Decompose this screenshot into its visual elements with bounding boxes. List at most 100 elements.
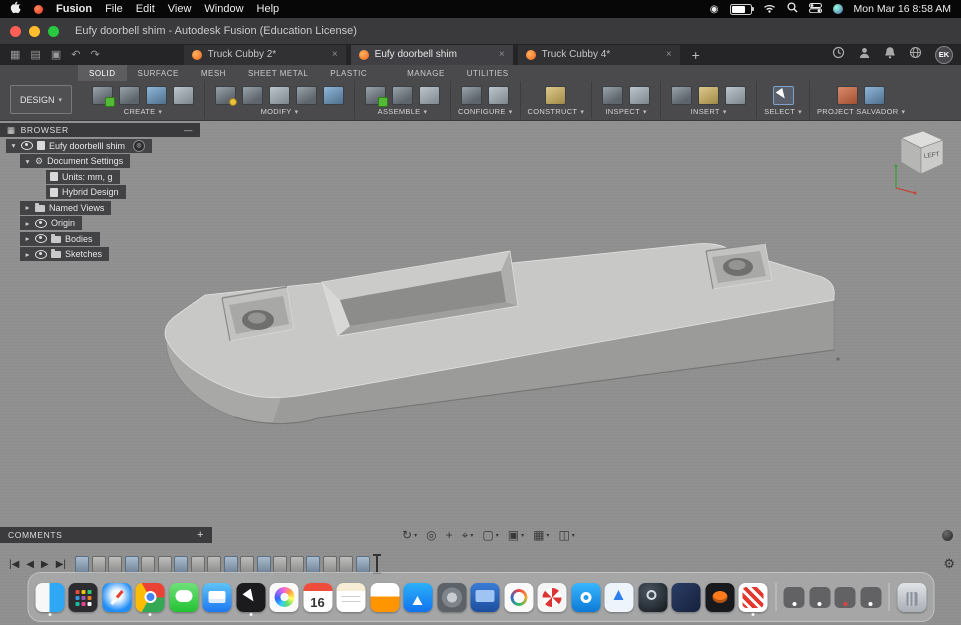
- show-data-panel-icon[interactable]: ▦: [10, 48, 20, 61]
- orbit-icon[interactable]: ↻▾: [402, 528, 417, 542]
- measure-icon[interactable]: [602, 86, 623, 105]
- dock-icon-mail[interactable]: [203, 583, 232, 612]
- timeline-feature-icon[interactable]: [125, 556, 139, 573]
- look-at-icon[interactable]: ◎: [426, 528, 436, 542]
- new-tab-button[interactable]: +: [692, 47, 700, 63]
- viewport-3d[interactable]: LEFT ▦ BROWSER — ▾ Eufy doorbelll shim ◎…: [0, 120, 961, 625]
- ribbon-tab-plastic[interactable]: PLASTIC: [319, 65, 378, 81]
- menubar-clock[interactable]: Mon Mar 16 8:58 AM: [854, 3, 951, 15]
- timeline-feature-icon[interactable]: [290, 556, 304, 573]
- job-status-icon[interactable]: [832, 46, 845, 64]
- workspace-selector[interactable]: DESIGN ▾: [10, 85, 72, 114]
- save-icon[interactable]: ▣: [51, 48, 61, 61]
- visibility-eye-icon[interactable]: [35, 219, 47, 228]
- dock-icon-launchpad[interactable]: [69, 583, 98, 612]
- dock-minimized-window[interactable]: [809, 587, 830, 608]
- dock-icon-trash[interactable]: [897, 583, 926, 612]
- browser-row-sketches[interactable]: ▸ Sketches: [20, 247, 109, 261]
- menu-file[interactable]: File: [105, 3, 123, 15]
- shell-icon[interactable]: [269, 86, 290, 105]
- timeline-go-start-button[interactable]: |◀: [9, 559, 19, 570]
- dock-icon-system-settings[interactable]: [437, 583, 466, 612]
- timeline-feature-icon[interactable]: [141, 556, 155, 573]
- dock-icon-navy-app[interactable]: [672, 583, 701, 612]
- insert-derive-icon[interactable]: [671, 86, 692, 105]
- visibility-eye-icon[interactable]: [35, 234, 47, 243]
- timeline-feature-icon[interactable]: [306, 556, 320, 573]
- timeline-feature-icon[interactable]: [191, 556, 205, 573]
- close-tab-icon[interactable]: ×: [499, 49, 505, 60]
- user-avatar[interactable]: EK: [935, 46, 953, 64]
- add-comment-button[interactable]: +: [197, 529, 204, 541]
- timeline-feature-icon[interactable]: [174, 556, 188, 573]
- decal-icon[interactable]: [698, 86, 719, 105]
- visibility-eye-icon[interactable]: [35, 250, 47, 259]
- dock-icon-photos[interactable]: [270, 583, 299, 612]
- tree-caret-icon[interactable]: ▾: [24, 157, 31, 166]
- revolve-icon[interactable]: [173, 86, 194, 105]
- dock-icon-blender[interactable]: [705, 583, 734, 612]
- configuration-table-icon[interactable]: [488, 86, 509, 105]
- dock-icon-pointer-app[interactable]: [236, 583, 265, 612]
- close-tab-icon[interactable]: ×: [332, 49, 338, 60]
- timeline-feature-icon[interactable]: [92, 556, 106, 573]
- extrude-icon[interactable]: [146, 86, 167, 105]
- zoom-window-button[interactable]: [48, 26, 59, 37]
- timeline-step-back-button[interactable]: ◀: [26, 559, 34, 570]
- grid-snaps-icon[interactable]: ▦▾: [533, 528, 549, 542]
- profile-icon[interactable]: [858, 46, 871, 64]
- fit-icon[interactable]: ▢▾: [482, 528, 498, 542]
- timeline-feature-icon[interactable]: [75, 556, 89, 573]
- dock-icon-display-app[interactable]: [471, 583, 500, 612]
- timeline-feature-icon[interactable]: [108, 556, 122, 573]
- dock-icon-safari[interactable]: [102, 583, 131, 612]
- dock-icon-notes[interactable]: [337, 583, 366, 612]
- tree-caret-icon[interactable]: ▸: [24, 250, 31, 259]
- dock-icon-pinwheel-app[interactable]: [538, 583, 567, 612]
- browser-row-units[interactable]: Units: mm, g: [46, 170, 120, 184]
- tab-truck-cubby-2[interactable]: Truck Cubby 2* ×: [184, 44, 346, 65]
- offset-face-icon[interactable]: [323, 86, 344, 105]
- control-center-icon[interactable]: [809, 3, 822, 16]
- dock-icon-calendar[interactable]: 16: [303, 583, 332, 612]
- menu-view[interactable]: View: [168, 3, 192, 15]
- timeline-feature-icon[interactable]: [273, 556, 287, 573]
- timeline-feature-icon[interactable]: [339, 556, 353, 573]
- ribbon-tab-solid[interactable]: SOLID: [78, 65, 127, 81]
- timeline-feature-icon[interactable]: [207, 556, 221, 573]
- timeline-feature-icon[interactable]: [158, 556, 172, 573]
- ribbon-tab-mesh[interactable]: MESH: [190, 65, 237, 81]
- dock-icon-chrome[interactable]: [136, 583, 165, 612]
- joint-icon[interactable]: [392, 86, 413, 105]
- redo-icon[interactable]: ↷: [90, 48, 99, 61]
- create-sketch-icon[interactable]: [92, 86, 113, 105]
- dock-icon-music[interactable]: [370, 583, 399, 612]
- close-tab-icon[interactable]: ×: [666, 49, 672, 60]
- project-salvador-icon-b[interactable]: [864, 86, 885, 105]
- ribbon-tab-sheet-metal[interactable]: SHEET METAL: [237, 65, 319, 81]
- timeline-play-button[interactable]: ▶: [41, 559, 49, 570]
- dock-icon-steam[interactable]: [638, 583, 667, 612]
- timeline-feature-icon[interactable]: [257, 556, 271, 573]
- fillet-icon[interactable]: [242, 86, 263, 105]
- browser-row-bodies[interactable]: ▸ Bodies: [20, 232, 100, 246]
- menu-edit[interactable]: Edit: [136, 3, 155, 15]
- dock-icon-fusion[interactable]: [739, 583, 768, 612]
- browser-row-named-views[interactable]: ▸ Named Views: [20, 201, 111, 215]
- wifi-icon[interactable]: [763, 3, 776, 16]
- spotlight-search-icon[interactable]: [787, 2, 798, 16]
- tab-eufy-doorbell-shim[interactable]: Eufy doorbell shim ×: [351, 44, 513, 65]
- configuration-icon[interactable]: [461, 86, 482, 105]
- tree-caret-icon[interactable]: ▸: [24, 203, 31, 212]
- browser-row-document[interactable]: ▾ Eufy doorbelll shim ◎: [6, 139, 152, 153]
- navigation-orb-icon[interactable]: [942, 530, 953, 541]
- zoom-icon[interactable]: ⌖▾: [462, 528, 474, 543]
- dock-minimized-window[interactable]: [860, 587, 881, 608]
- dock-icon-app-store[interactable]: [404, 583, 433, 612]
- display-settings-icon[interactable]: ▣▾: [508, 528, 524, 542]
- section-analysis-icon[interactable]: [629, 86, 650, 105]
- viewcube[interactable]: LEFT: [889, 126, 951, 196]
- timeline-position-marker[interactable]: [373, 554, 381, 574]
- tree-caret-icon[interactable]: ▾: [10, 141, 17, 150]
- insert-mesh-icon[interactable]: [725, 86, 746, 105]
